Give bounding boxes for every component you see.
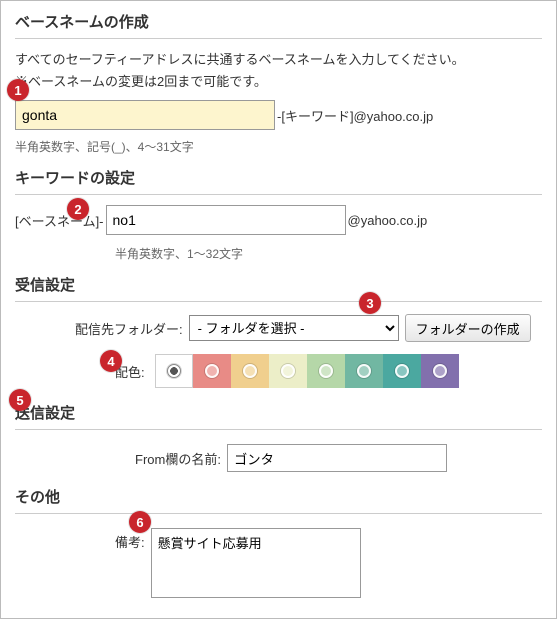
section-title-keyword: キーワードの設定 [15, 167, 542, 195]
section-title-receive: 受信設定 [15, 274, 542, 302]
section-title-send: 送信設定 [15, 402, 542, 430]
memo-label: 備考: [115, 532, 145, 551]
color-swatch[interactable] [307, 354, 345, 388]
color-radio[interactable] [243, 364, 257, 378]
color-swatch[interactable] [383, 354, 421, 388]
color-swatch[interactable] [231, 354, 269, 388]
color-radio[interactable] [281, 364, 295, 378]
color-radio[interactable] [357, 364, 371, 378]
keyword-hint: 半角英数字、1～32文字 [115, 245, 542, 262]
color-swatch[interactable] [193, 354, 231, 388]
color-radio[interactable] [205, 364, 219, 378]
color-radio[interactable] [319, 364, 333, 378]
step-badge-6: 6 [129, 511, 151, 533]
color-radio[interactable] [167, 364, 181, 378]
color-swatch[interactable] [345, 354, 383, 388]
basename-input[interactable] [15, 100, 275, 130]
color-swatches [155, 354, 459, 388]
step-badge-5: 5 [9, 389, 31, 411]
folder-label: 配信先フォルダー: [75, 319, 183, 338]
section-title-basename: ベースネームの作成 [15, 11, 542, 39]
keyword-prefix: [ベースネーム]- [15, 211, 104, 230]
create-folder-button[interactable]: フォルダーの作成 [405, 314, 531, 342]
step-badge-2: 2 [67, 198, 89, 220]
basename-hint: 半角英数字、記号(_)、4～31文字 [15, 138, 542, 155]
memo-textarea[interactable] [151, 528, 361, 598]
keyword-after: @yahoo.co.jp [348, 213, 428, 228]
color-swatch[interactable] [421, 354, 459, 388]
basename-note: ※ベースネームの変更は2回まで可能です。 [15, 71, 542, 90]
color-swatch[interactable] [155, 354, 193, 388]
basename-desc: すべてのセーフティーアドレスに共通するベースネームを入力してください。 [15, 49, 542, 68]
step-badge-4: 4 [100, 350, 122, 372]
basename-after: -[キーワード]@yahoo.co.jp [277, 106, 433, 125]
color-swatch[interactable] [269, 354, 307, 388]
keyword-input[interactable] [106, 205, 346, 235]
section-title-other: その他 [15, 486, 542, 514]
step-badge-3: 3 [359, 292, 381, 314]
color-radio[interactable] [433, 364, 447, 378]
folder-select[interactable]: - フォルダを選択 - [189, 315, 399, 341]
color-radio[interactable] [395, 364, 409, 378]
step-badge-1: 1 [7, 79, 29, 101]
from-label: From欄の名前: [135, 449, 221, 468]
from-input[interactable] [227, 444, 447, 472]
